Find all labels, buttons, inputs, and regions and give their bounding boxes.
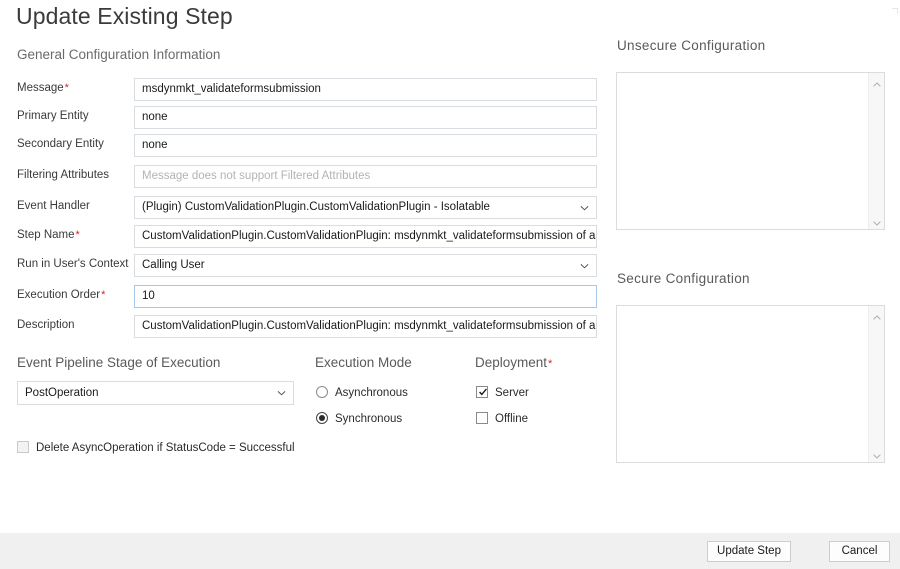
field-row-step-name: Step Name* CustomValidationPlugin.Custom…	[17, 225, 597, 249]
label-step-name: Step Name*	[17, 229, 80, 241]
scroll-up-icon[interactable]	[872, 310, 882, 320]
field-row-description: Description CustomValidationPlugin.Custo…	[17, 315, 597, 339]
run-in-users-context-value: Calling User	[142, 259, 205, 271]
unsecure-configuration-textarea[interactable]	[616, 72, 885, 230]
field-row-secondary-entity: Secondary Entity none	[17, 134, 597, 158]
required-asterisk: *	[101, 289, 106, 301]
scroll-down-icon[interactable]	[872, 215, 882, 226]
event-handler-select[interactable]: (Plugin) CustomValidationPlugin.CustomVa…	[134, 196, 597, 219]
secure-configuration-scrollbar[interactable]	[868, 306, 884, 462]
label-secondary-entity: Secondary Entity	[17, 138, 104, 150]
filtering-attributes-input[interactable]: Message does not support Filtered Attrib…	[134, 165, 597, 188]
pipeline-stage-value: PostOperation	[25, 387, 99, 399]
pipeline-stage-select[interactable]: PostOperation	[17, 381, 294, 405]
unsecure-configuration-heading: Unsecure Configuration	[617, 38, 766, 53]
scroll-up-icon[interactable]	[872, 77, 882, 87]
dialog-footer: Update Step Cancel	[0, 533, 900, 569]
checkbox-server-label: Server	[495, 387, 529, 399]
required-asterisk: *	[548, 358, 553, 370]
message-input[interactable]: msdynmkt_validateformsubmission	[134, 78, 597, 101]
chevron-down-icon	[580, 261, 589, 270]
execution-order-input[interactable]: 10	[134, 285, 597, 308]
checkbox-offline-label: Offline	[495, 413, 529, 425]
radio-unselected-icon	[316, 386, 328, 398]
required-asterisk: *	[64, 82, 69, 94]
chevron-down-icon	[277, 389, 286, 398]
field-row-run-in-users-context: Run in User's Context Calling User	[17, 254, 597, 278]
label-event-handler: Event Handler	[17, 200, 90, 212]
label-run-in-users-context: Run in User's Context	[17, 258, 129, 270]
scroll-down-icon[interactable]	[872, 448, 882, 459]
checkbox-checked-icon	[476, 386, 488, 398]
checkbox-disabled-icon	[17, 441, 29, 453]
secure-configuration-textarea[interactable]	[616, 305, 885, 463]
primary-entity-input[interactable]: none	[134, 106, 597, 129]
description-input[interactable]: CustomValidationPlugin.CustomValidationP…	[134, 315, 597, 338]
deployment-heading: Deployment*	[475, 355, 553, 370]
field-row-execution-order: Execution Order* 10	[17, 285, 597, 309]
required-asterisk: *	[75, 229, 80, 241]
pipeline-stage-heading: Event Pipeline Stage of Execution	[17, 355, 221, 370]
run-in-users-context-select[interactable]: Calling User	[134, 254, 597, 277]
cancel-button[interactable]: Cancel	[829, 541, 890, 562]
window-corner-artifact	[892, 1, 899, 14]
event-handler-value: (Plugin) CustomValidationPlugin.CustomVa…	[142, 201, 490, 213]
secondary-entity-input[interactable]: none	[134, 134, 597, 157]
label-description: Description	[17, 319, 75, 331]
label-filtering-attributes: Filtering Attributes	[17, 169, 110, 181]
chevron-down-icon	[580, 203, 589, 212]
unsecure-configuration-scrollbar[interactable]	[868, 73, 884, 229]
radio-asynchronous-label: Asynchronous	[335, 387, 408, 399]
checkbox-unchecked-icon	[476, 412, 488, 424]
radio-synchronous-label: Synchronous	[335, 413, 403, 425]
field-row-message: Message* msdynmkt_validateformsubmission	[17, 78, 597, 102]
field-row-event-handler: Event Handler (Plugin) CustomValidationP…	[17, 196, 597, 220]
checkbox-delete-asyncoperation-label: Delete AsyncOperation if StatusCode = Su…	[36, 442, 295, 454]
secure-configuration-heading: Secure Configuration	[617, 271, 750, 286]
field-row-primary-entity: Primary Entity none	[17, 106, 597, 130]
label-message: Message*	[17, 82, 69, 94]
label-primary-entity: Primary Entity	[17, 110, 89, 122]
label-execution-order: Execution Order*	[17, 289, 106, 301]
execution-mode-heading: Execution Mode	[315, 355, 412, 370]
update-step-button[interactable]: Update Step	[707, 541, 791, 562]
radio-selected-icon	[316, 412, 328, 424]
step-name-input[interactable]: CustomValidationPlugin.CustomValidationP…	[134, 225, 597, 248]
field-row-filtering-attributes: Filtering Attributes Message does not su…	[17, 165, 597, 189]
